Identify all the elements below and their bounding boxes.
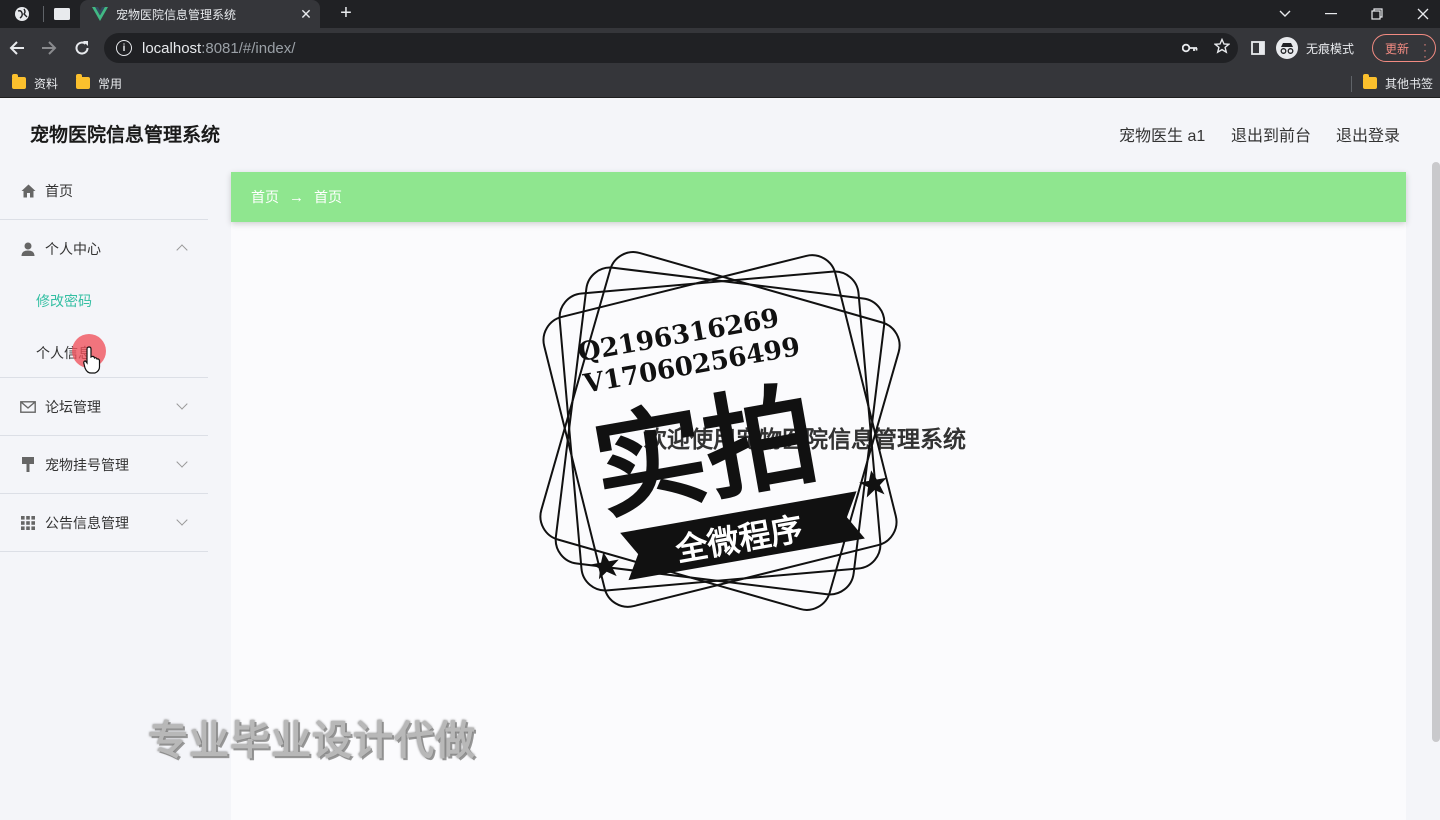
url-path: :8081/#/index/ — [201, 39, 296, 57]
browser-toolbar: i localhost:8081/#/index/ 无痕模式 更新 · · · — [0, 28, 1440, 68]
bookmark-folder-changyong[interactable]: 常用 — [76, 74, 122, 92]
tab-list-chevron-icon[interactable] — [1262, 0, 1308, 28]
watermark-stamp: Q2196316269 V17060256499 实拍 全微程序 — [539, 251, 901, 611]
other-bookmarks[interactable]: 其他书签 — [1363, 74, 1433, 92]
globe-icon[interactable] — [12, 4, 32, 24]
grid-icon — [20, 515, 36, 531]
info-icon[interactable]: i — [116, 40, 132, 56]
bookmark-label: 资料 — [34, 76, 59, 91]
sidebar-item-label: 公告信息管理 — [45, 514, 129, 531]
sidebar-item-label: 首页 — [45, 182, 73, 199]
bookmark-folder-ziliao[interactable]: 资料 — [12, 74, 58, 92]
chevron-down-icon — [176, 398, 188, 410]
breadcrumb-current: 首页 — [314, 189, 342, 205]
logout-link[interactable]: 退出登录 — [1336, 122, 1400, 146]
browser-tab-bar: 宠物医院信息管理系统 ✕ + — [0, 0, 1440, 28]
other-bookmarks-label: 其他书签 — [1385, 76, 1434, 91]
update-button[interactable]: 更新 · · · — [1372, 34, 1436, 62]
app-title: 宠物医院信息管理系统 — [30, 125, 221, 146]
folder-icon — [1363, 74, 1377, 89]
tab-bar-divider — [43, 6, 44, 22]
chevron-up-icon — [176, 244, 188, 256]
breadcrumb: 首页 → 首页 — [231, 172, 1406, 222]
sidebar-item-notice[interactable]: 公告信息管理 — [0, 494, 208, 552]
current-user[interactable]: 宠物医生 a1 — [1119, 122, 1205, 146]
exit-to-front-link[interactable]: 退出到前台 — [1231, 122, 1311, 146]
url-host: localhost — [142, 39, 202, 57]
mail-icon — [20, 399, 36, 415]
user-icon — [20, 241, 36, 257]
page-scrollbar[interactable] — [1432, 162, 1440, 742]
breadcrumb-home[interactable]: 首页 — [251, 187, 279, 207]
folder-icon — [12, 74, 26, 89]
incognito-icon — [1276, 37, 1298, 59]
submenu-change-password[interactable]: 修改密码 — [36, 291, 92, 311]
bookmarks-divider — [1351, 76, 1352, 92]
chevron-down-icon — [176, 456, 188, 468]
tab-close-icon[interactable]: ✕ — [292, 6, 320, 23]
reload-icon[interactable] — [70, 36, 94, 60]
sidebar-item-pet-registration[interactable]: 宠物挂号管理 — [0, 436, 208, 494]
star-icon[interactable] — [1206, 37, 1238, 58]
bookmark-label: 常用 — [98, 76, 123, 91]
breadcrumb-separator: → — [289, 188, 304, 206]
sidebar-item-label: 宠物挂号管理 — [45, 456, 129, 473]
hand-cursor-icon — [83, 346, 101, 374]
key-icon[interactable] — [1174, 40, 1206, 57]
sidebar-item-home[interactable]: 首页 — [0, 162, 208, 220]
minimize-icon[interactable] — [1308, 0, 1354, 28]
tab-active[interactable]: 宠物医院信息管理系统 ✕ — [80, 0, 320, 28]
bookmarks-bar: 资料 常用 其他书签 — [0, 68, 1440, 98]
star-icon — [591, 552, 619, 580]
vue-logo-icon — [92, 7, 108, 21]
tab-title: 宠物医院信息管理系统 — [116, 7, 237, 22]
close-window-icon[interactable] — [1400, 0, 1440, 28]
tab-search-icon[interactable] — [52, 4, 72, 24]
back-arrow-icon[interactable] — [5, 36, 29, 60]
flag-icon — [20, 457, 36, 473]
incognito-profile[interactable]: 无痕模式 — [1276, 34, 1354, 62]
more-menu-icon[interactable]: · · · — [1423, 38, 1427, 62]
address-bar[interactable]: i localhost:8081/#/index/ — [104, 33, 1238, 63]
new-tab-button[interactable]: + — [334, 2, 358, 24]
chevron-down-icon — [176, 514, 188, 526]
update-label: 更新 — [1385, 41, 1410, 56]
sidebar-item-forum[interactable]: 论坛管理 — [0, 378, 208, 436]
folder-icon — [76, 74, 90, 89]
app-header: 宠物医院信息管理系统 宠物医生 a1 退出到前台 退出登录 — [0, 100, 1440, 162]
watermark-text: 专业毕业设计代做 — [148, 719, 476, 763]
sidebar-item-label: 论坛管理 — [45, 398, 101, 415]
restore-icon[interactable] — [1354, 0, 1400, 28]
sidebar-item-label: 个人中心 — [45, 241, 101, 257]
url-text[interactable]: localhost:8081/#/index/ — [142, 40, 1174, 57]
profile-label: 无痕模式 — [1306, 41, 1355, 56]
sidebar-item-personal-center[interactable]: 个人中心 — [0, 220, 208, 278]
forward-arrow-icon[interactable] — [37, 36, 61, 60]
side-panel-icon[interactable] — [1246, 36, 1270, 60]
home-icon — [20, 183, 36, 199]
